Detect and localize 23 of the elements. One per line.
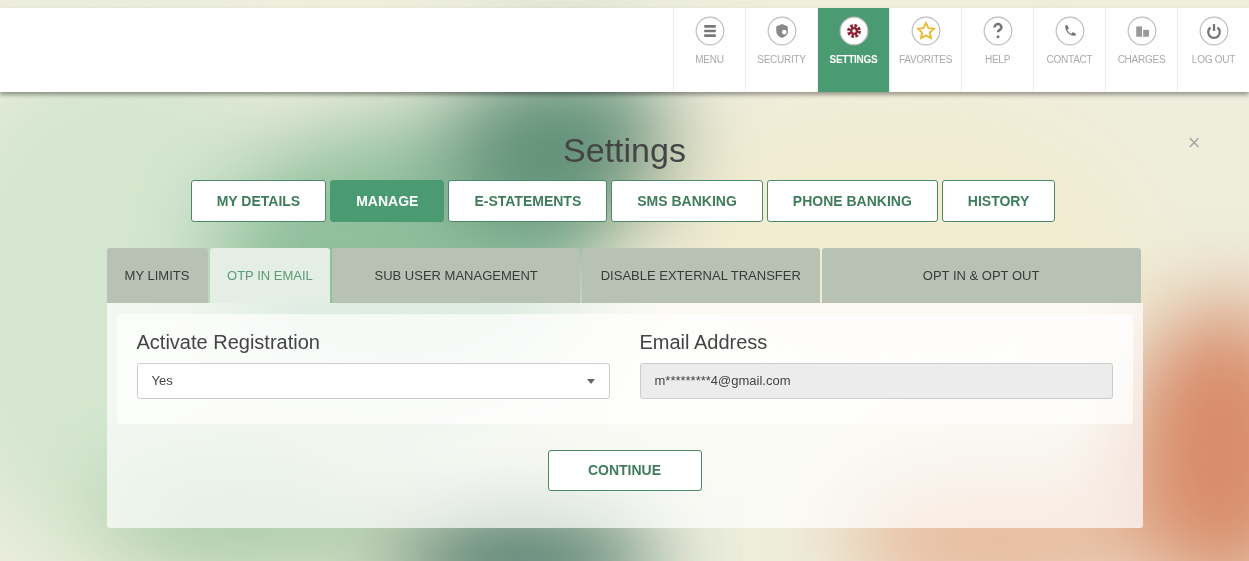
caret-icon (586, 378, 595, 384)
tab[interactable]: HISTORY (941, 180, 1056, 222)
tab[interactable]: MY DETAILS (190, 180, 327, 222)
power-icon (1198, 16, 1229, 46)
tab[interactable]: MANAGE (330, 180, 445, 222)
sub-tab[interactable]: DISABLE EXTERNAL TRANSFER (581, 248, 820, 303)
field-label: Email Address (639, 330, 769, 355)
tab[interactable]: SMS BANKING (611, 180, 763, 222)
help-icon (982, 16, 1013, 46)
continue-button[interactable]: CONTINUE (547, 450, 702, 491)
menu-icon (694, 16, 725, 46)
tab[interactable]: E-STATEMENTS (448, 180, 608, 222)
dropdown[interactable]: Yes (136, 363, 610, 399)
sub-tab[interactable]: SUB USER MANAGEMENT (332, 248, 580, 303)
sub-tab[interactable]: MY LIMITS (106, 248, 208, 303)
shield-icon (766, 16, 797, 46)
gear-icon (838, 16, 869, 46)
sub-tab[interactable]: OPT IN & OPT OUT (821, 248, 1141, 303)
field-label: Activate Registration (136, 330, 321, 355)
nav-item[interactable]: SETTINGS (817, 8, 889, 92)
sub-tab[interactable]: OTP IN EMAIL (209, 248, 331, 303)
tab[interactable]: PHONE BANKING (766, 180, 938, 222)
phone-icon (1054, 16, 1085, 46)
